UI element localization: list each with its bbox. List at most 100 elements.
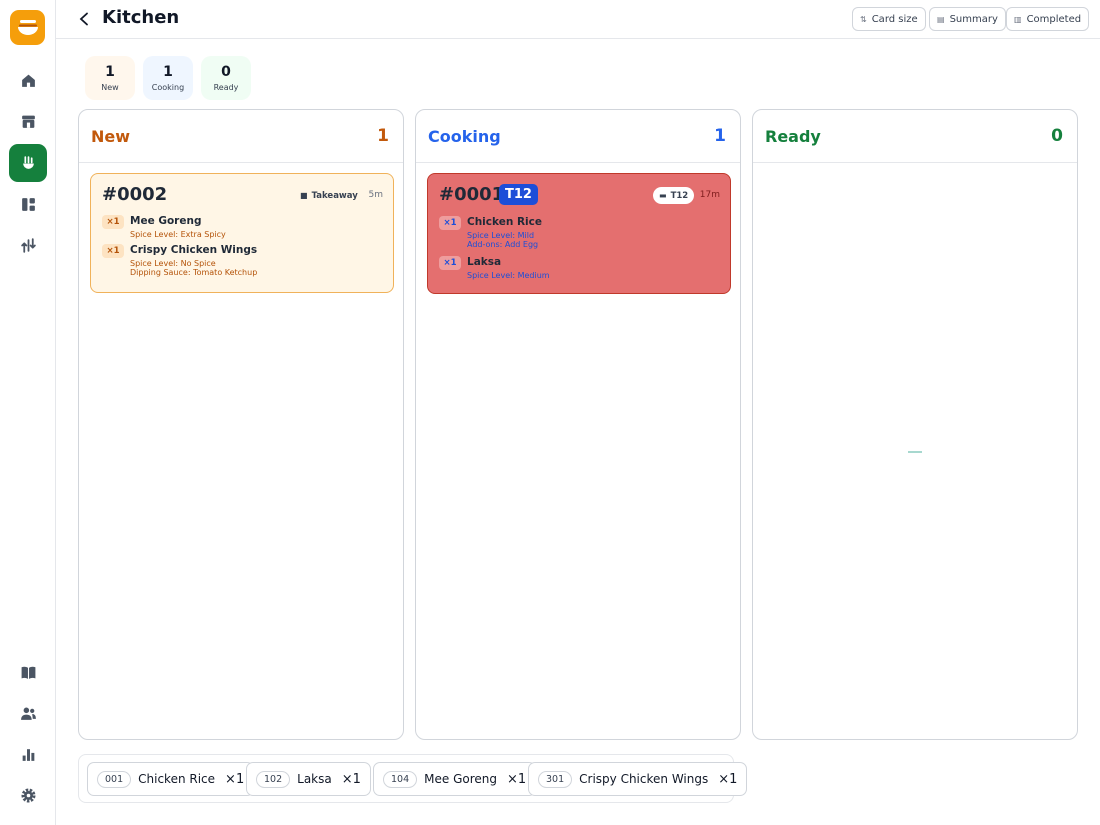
- item-name: Mee Goreng: [130, 215, 202, 227]
- item-qty: ×1: [439, 256, 461, 270]
- summary-label: Summary: [949, 13, 998, 25]
- store-icon: [21, 115, 35, 128]
- flow-icon: [20, 237, 36, 253]
- nav-settings[interactable]: [9, 776, 47, 814]
- item-qty: ×1: [102, 215, 124, 229]
- nav-reports[interactable]: [9, 735, 47, 773]
- nav-store[interactable]: [9, 102, 47, 140]
- completed-button[interactable]: ▥ Completed: [1006, 7, 1090, 31]
- column-ready: Ready 0: [752, 109, 1078, 740]
- order-age: 5m: [368, 190, 384, 200]
- item-qty: ×1: [507, 771, 527, 787]
- order-type-label: Takeaway: [311, 190, 358, 201]
- item-name: Chicken Rice: [138, 772, 216, 786]
- stat-value: 0: [221, 64, 231, 80]
- column-count: 1: [377, 126, 389, 146]
- column-new: New 1 #0002 ■ Takeaway 5m ×1 Mee Goreng …: [78, 109, 404, 740]
- column-header: New 1: [79, 110, 403, 163]
- chart-icon: [22, 748, 34, 761]
- item-name: Crispy Chicken Wings: [130, 244, 258, 256]
- column-header: Ready 0: [753, 110, 1077, 163]
- item-name: Crispy Chicken Wings: [579, 772, 709, 786]
- item-qty: ×1: [718, 771, 738, 787]
- table-badge: T12: [499, 184, 538, 205]
- item-code: 104: [383, 770, 418, 788]
- order-number: #0001: [439, 184, 505, 205]
- summary-item[interactable]: 301 Crispy Chicken Wings ×1: [528, 762, 748, 796]
- item-qty: ×1: [225, 771, 245, 787]
- column-count: 0: [1051, 126, 1063, 146]
- item-qty: ×1: [341, 771, 361, 787]
- item-name: Laksa: [297, 772, 332, 786]
- document-icon: ▤: [937, 14, 945, 24]
- nav-home[interactable]: [9, 61, 47, 99]
- order-card[interactable]: #0002 ■ Takeaway 5m ×1 Mee Goreng Spice …: [90, 173, 394, 293]
- stat-label: Ready: [213, 83, 239, 92]
- header: Kitchen ⇅ Card size ▤ Summary ▥ Complete…: [56, 0, 1100, 39]
- summary-item[interactable]: 104 Mee Goreng ×1: [373, 762, 537, 796]
- stat-value: 1: [163, 64, 173, 80]
- nav-flow[interactable]: [9, 226, 47, 264]
- item-modifier: Spice Level: No Spice: [130, 259, 216, 268]
- nav-layout[interactable]: [9, 185, 47, 223]
- settings-icon: [20, 787, 36, 803]
- column-title: New: [91, 126, 131, 146]
- stat-value: 1: [105, 64, 115, 80]
- item-summary-bar: 001 Chicken Rice ×1 102 Laksa ×1 104 Mee…: [78, 754, 748, 803]
- card-size-label: Card size: [871, 13, 918, 25]
- home-icon: [21, 74, 35, 87]
- book-icon: [21, 666, 35, 679]
- stat-cooking[interactable]: 1 Cooking: [143, 56, 193, 100]
- column-title: Cooking: [428, 126, 501, 146]
- item-qty: ×1: [102, 244, 124, 258]
- column-header: Cooking 1: [416, 110, 740, 163]
- item-name: Laksa: [467, 256, 502, 268]
- sort-icon: ⇅: [860, 14, 867, 24]
- table-icon: ▬: [659, 191, 667, 200]
- order-type-tag: ▬ T12: [653, 187, 695, 204]
- item-code: 301: [538, 770, 573, 788]
- sidebar: [0, 0, 56, 825]
- bowl-icon: [17, 19, 38, 35]
- column-cooking: Cooking 1 #0001 T12 ▬ T12 17m ×1 Chicken…: [415, 109, 741, 740]
- page-title: Kitchen: [102, 7, 180, 28]
- summary-button[interactable]: ▤ Summary: [929, 7, 1006, 31]
- item-name: Mee Goreng: [424, 772, 497, 786]
- app-logo[interactable]: [10, 10, 45, 45]
- stat-label: Cooking: [151, 83, 185, 92]
- item-qty: ×1: [439, 216, 461, 230]
- stat-label: New: [101, 83, 119, 92]
- stat-ready[interactable]: 0 Ready: [201, 56, 251, 100]
- stat-new[interactable]: 1 New: [85, 56, 135, 100]
- chevron-left-icon: [79, 12, 88, 26]
- card-size-button[interactable]: ⇅ Card size: [852, 7, 926, 31]
- summary-item[interactable]: 102 Laksa ×1: [246, 762, 371, 796]
- layout-icon: [21, 197, 35, 211]
- item-modifier: Spice Level: Mild: [467, 231, 535, 240]
- item-name: Chicken Rice: [467, 216, 542, 228]
- clipboard-icon: ▥: [1014, 14, 1022, 24]
- nav-menu-book[interactable]: [9, 653, 47, 691]
- order-number: #0002: [102, 184, 168, 205]
- order-type-label: T12: [670, 190, 689, 201]
- item-modifier: Add-ons: Add Egg: [467, 240, 539, 249]
- completed-label: Completed: [1026, 13, 1082, 25]
- nav-kitchen[interactable]: [9, 144, 47, 182]
- column-title: Ready: [765, 126, 821, 146]
- item-modifier: Dipping Sauce: Tomato Ketchup: [130, 268, 258, 277]
- order-type-tag: ■ Takeaway: [294, 187, 364, 204]
- column-count: 1: [714, 126, 726, 146]
- item-modifier: Spice Level: Extra Spicy: [130, 230, 226, 239]
- item-modifier: Spice Level: Medium: [467, 271, 550, 280]
- nav-users[interactable]: [9, 694, 47, 732]
- order-card[interactable]: #0001 T12 ▬ T12 17m ×1 Chicken Rice Spic…: [427, 173, 731, 294]
- bag-icon: ■: [300, 191, 308, 200]
- order-age: 17m: [699, 190, 720, 200]
- users-icon: [20, 707, 36, 720]
- back-button[interactable]: [78, 9, 96, 29]
- item-code: 001: [97, 770, 132, 788]
- summary-item[interactable]: 001 Chicken Rice ×1: [87, 762, 255, 796]
- chef-icon: [22, 155, 34, 169]
- item-code: 102: [256, 770, 291, 788]
- empty-placeholder: [908, 451, 922, 453]
